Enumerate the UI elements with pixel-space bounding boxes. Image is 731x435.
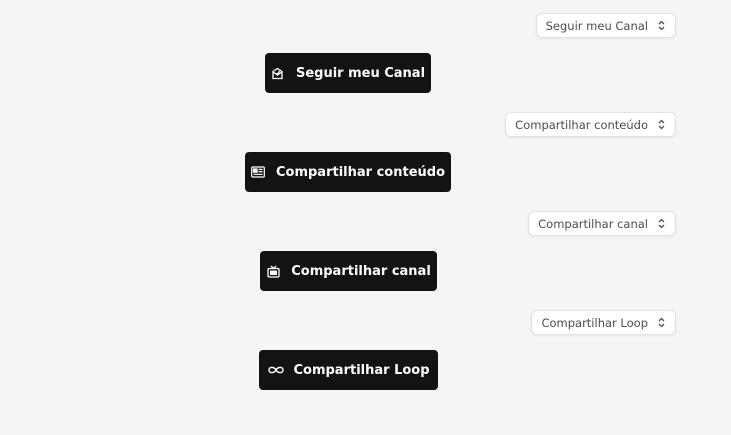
newspaper-icon [251,165,265,179]
infinity-icon [267,363,285,377]
follow-icon [271,66,285,80]
share-channel-button[interactable]: Compartilhar canal [260,251,437,291]
follow-channel-button[interactable]: Seguir meu Canal [265,53,431,93]
select-value: Compartilhar Loop [541,315,648,330]
chevron-updown-icon [658,20,665,31]
select-value: Seguir meu Canal [545,18,648,33]
button-type-select-3[interactable]: Compartilhar canal [528,211,676,236]
button-label: Compartilhar Loop [293,362,430,378]
share-content-button[interactable]: Compartilhar conteúdo [245,152,451,192]
chevron-updown-icon [658,119,665,130]
canvas: Seguir meu Canal Seguir meu Canal Compar… [0,0,731,435]
button-label: Seguir meu Canal [295,65,426,81]
select-value: Compartilhar canal [538,216,648,231]
chevron-updown-icon [658,218,665,229]
chevron-updown-icon [658,317,665,328]
share-loop-button[interactable]: Compartilhar Loop [259,350,438,390]
select-value: Compartilhar conteúdo [515,117,648,132]
tv-icon [266,264,280,278]
button-type-select-2[interactable]: Compartilhar conteúdo [505,112,676,137]
button-label: Compartilhar conteúdo [275,164,445,180]
button-label: Compartilhar canal [291,263,431,279]
button-type-select-4[interactable]: Compartilhar Loop [531,310,676,335]
button-type-select-1[interactable]: Seguir meu Canal [535,13,676,38]
